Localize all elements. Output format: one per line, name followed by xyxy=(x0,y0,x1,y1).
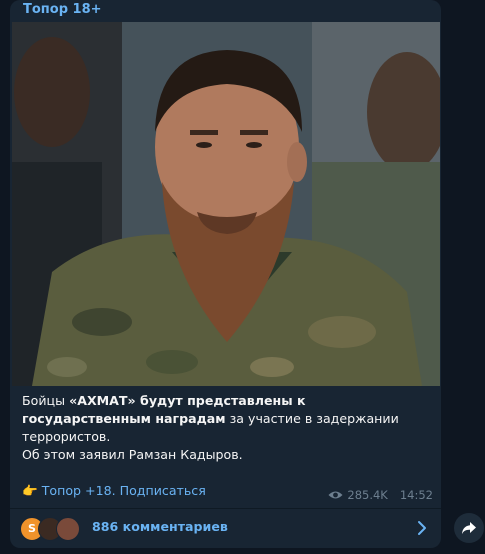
chevron-right-icon xyxy=(418,521,426,535)
share-arrow-icon xyxy=(462,522,476,534)
message-bubble: Топор 18+ Бойцы «АХМАТ» будут представле… xyxy=(10,0,441,548)
message-meta: 285.4K 14:52 xyxy=(328,488,433,502)
pointing-hand-icon: 👉 xyxy=(22,483,38,498)
portrait-photo-icon xyxy=(12,22,440,386)
commenter-avatars: S xyxy=(20,517,82,541)
subscribe-link[interactable]: 👉 Топор +18. Подписаться xyxy=(22,483,206,499)
caption-paragraph-2: Об этом заявил Рамзан Кадыров. xyxy=(22,447,243,462)
message-photo[interactable] xyxy=(12,22,440,386)
caption-paragraph-1: Бойцы «АХМАТ» будут представлены к госуд… xyxy=(22,392,422,446)
caption-text: Бойцы xyxy=(22,393,70,408)
channel-name[interactable]: Топор 18+ xyxy=(23,2,102,17)
eye-icon xyxy=(328,491,343,499)
message-time: 14:52 xyxy=(399,488,433,502)
view-count: 285.4K xyxy=(347,488,388,502)
comments-count-label[interactable]: 886 комментариев xyxy=(92,519,228,534)
subscribe-link-text[interactable]: Топор +18. Подписаться xyxy=(42,483,206,498)
share-button[interactable] xyxy=(454,513,484,543)
comments-button[interactable]: S 886 комментариев xyxy=(10,509,441,548)
avatar xyxy=(56,517,80,541)
